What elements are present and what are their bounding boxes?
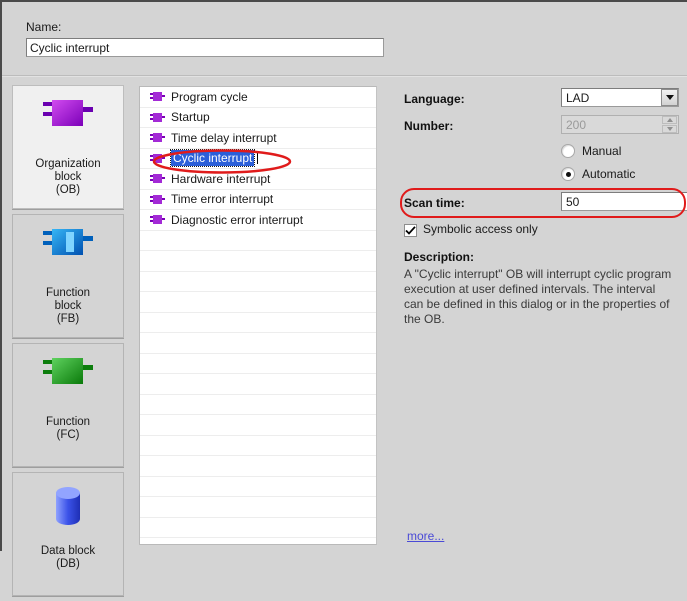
list-empty-row[interactable] [140,456,376,477]
name-section: Name: [26,20,386,57]
list-item-label: Time error interrupt [171,192,274,207]
language-row: Language: LAD [398,88,686,115]
block-type-tile-ob[interactable]: Organization block (OB) [12,85,124,209]
symbolic-access-label: Symbolic access only [423,222,538,236]
list-item-label: Time delay interrupt [171,130,277,145]
spinner-down-icon [662,125,677,133]
organization-block-icon [150,173,165,184]
organization-block-icon [150,112,165,123]
block-type-tile-db[interactable]: Data block (DB) [12,472,124,596]
radio-manual-label: Manual [582,144,622,158]
list-item[interactable]: Time error interrupt [140,190,376,210]
radio-automatic-label: Automatic [582,167,636,181]
block-type-tile-fc[interactable]: Function (FC) [12,343,124,467]
list-empty-row[interactable] [140,518,376,538]
list-empty-row[interactable] [140,251,376,272]
annotation-ellipse-cyclic-interrupt [152,149,292,174]
more-link[interactable]: more... [407,529,444,543]
list-empty-row[interactable] [140,272,376,292]
radio-automatic[interactable]: Automatic [561,167,635,181]
organization-block-icon [150,91,165,102]
list-item[interactable]: Startup [140,108,376,128]
spinner-buttons [662,116,677,133]
description-text: A "Cyclic interrupt" OB will interrupt c… [404,267,672,326]
list-empty-row[interactable] [140,497,376,518]
description-title: Description: [404,250,475,264]
radio-manual-icon[interactable] [561,144,575,158]
scan-time-input[interactable] [561,192,687,211]
organization-block-icon [150,194,165,205]
name-label: Name: [26,20,62,34]
radio-manual[interactable]: Manual [561,144,621,158]
spinner-up-icon [662,116,677,124]
manual-radio-row: Manual [398,142,686,165]
block-type-tile-fb[interactable]: Function block (FB) [12,214,124,338]
list-empty-row[interactable] [140,354,376,374]
list-empty-row[interactable] [140,231,376,251]
checkbox-symbolic-access[interactable] [404,224,417,237]
block-type-tile-fb-label: Function block (FB) [45,287,91,325]
scan-time-row: Scan time: [398,188,687,218]
block-type-tile-fc-label: Function (FC) [45,416,91,441]
organization-block-icon [13,86,123,158]
list-empty-row[interactable] [140,415,376,436]
list-empty-row[interactable] [140,313,376,333]
list-item-label: Startup [171,110,210,125]
organization-block-icon [150,214,165,225]
function-icon [13,344,123,416]
block-type-tile-db-label: Data block (DB) [40,545,96,570]
block-type-tile-ob-label: Organization block (OB) [35,158,101,196]
function-block-icon [13,215,123,287]
data-block-icon [13,473,123,545]
new-block-dialog: Name: Or [0,0,687,596]
language-label: Language: [404,92,465,106]
properties-panel: Language: LAD Number: 200 Manual Automat… [398,88,687,327]
number-label: Number: [404,119,454,133]
block-type-tiles: Organization block (OB) Function block (… [12,85,124,601]
list-item-label: Diagnostic error interrupt [171,212,304,227]
name-input[interactable] [26,38,384,57]
number-row: Number: 200 [398,115,686,142]
organization-block-icon [150,132,165,143]
list-empty-row[interactable] [140,374,376,395]
scan-time-label: Scan time: [404,196,465,210]
list-empty-row[interactable] [140,292,376,313]
list-empty-row[interactable] [140,477,376,497]
header-divider-highlight [2,76,687,77]
radio-automatic-icon[interactable] [561,167,575,181]
list-empty-row[interactable] [140,333,376,354]
list-item-label: Program cycle [171,89,248,104]
automatic-radio-row: Automatic [398,165,686,188]
number-stepper: 200 [561,115,679,134]
number-value: 200 [566,117,587,132]
list-empty-row[interactable] [140,395,376,415]
language-dropdown[interactable]: LAD [561,88,679,107]
list-item[interactable]: Program cycle [140,87,376,108]
symbolic-access-row[interactable]: Symbolic access only [398,218,686,244]
language-value: LAD [566,90,590,105]
list-item[interactable]: Diagnostic error interrupt [140,210,376,231]
list-item[interactable]: Time delay interrupt [140,128,376,149]
list-empty-row[interactable] [140,436,376,456]
chevron-down-icon[interactable] [661,89,678,106]
